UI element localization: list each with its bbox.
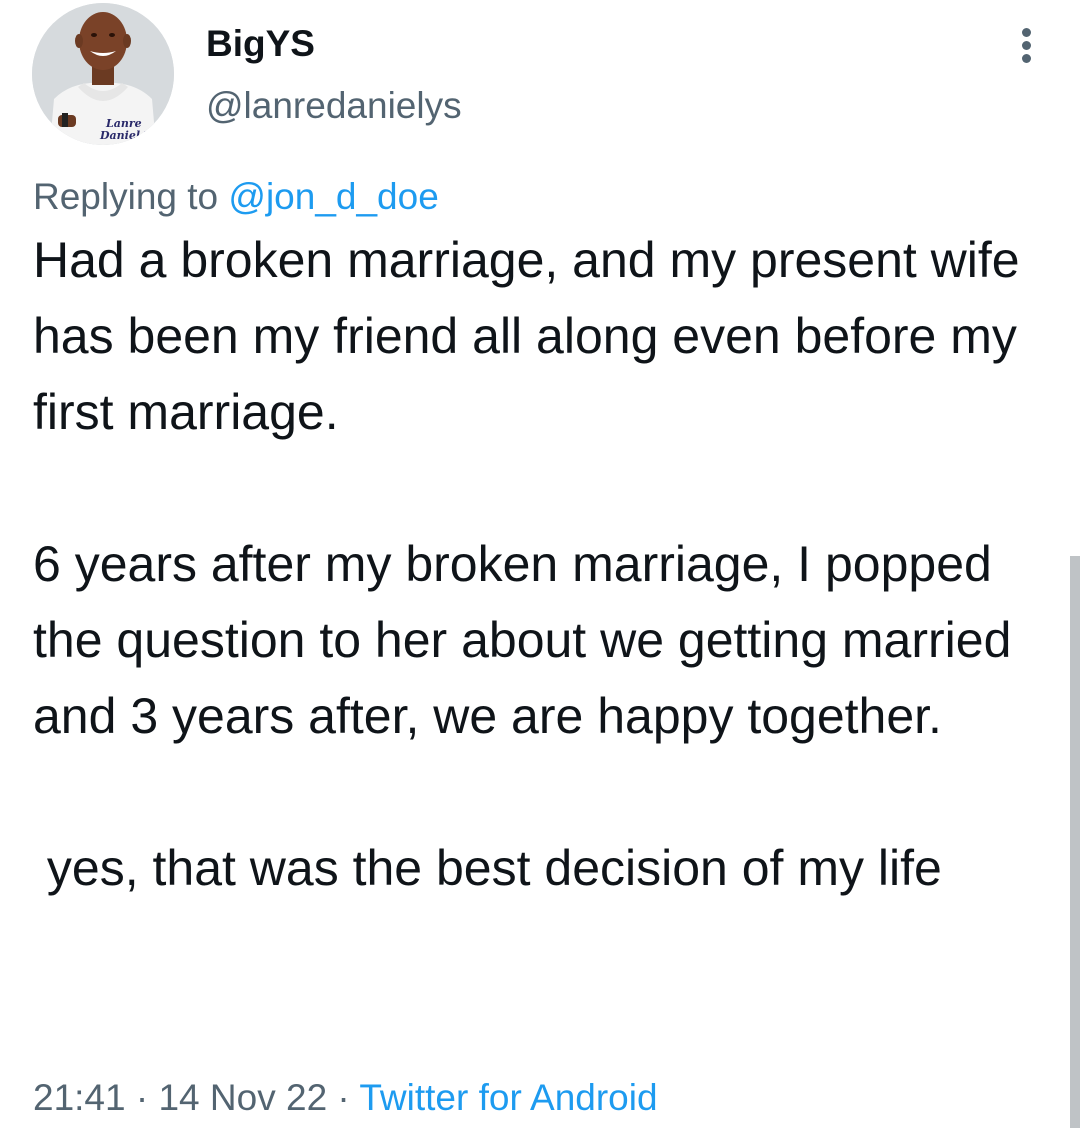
meta-separator: · [125, 1077, 159, 1118]
tweet-metadata: 21:41 · 14 Nov 22 · Twitter for Android [33, 1075, 658, 1121]
tweet-paragraph: 6 years after my broken marriage, I popp… [33, 536, 1026, 744]
tweet-card: Lanre Daniel YS BigYS @lanredanielys Rep… [0, 0, 1080, 1128]
tweet-paragraph: Had a broken marriage, and my present wi… [33, 232, 1034, 440]
avatar-image: Lanre Daniel YS [32, 3, 174, 145]
replying-to-line: Replying to @jon_d_doe [33, 174, 439, 220]
more-vertical-icon-dot [1022, 41, 1031, 50]
avatar[interactable]: Lanre Daniel YS [32, 3, 174, 145]
author-display-name[interactable]: BigYS [206, 22, 315, 66]
avatar-logo-text-2: Daniel YS [99, 129, 160, 142]
more-options-button[interactable] [1010, 24, 1042, 66]
scrollbar[interactable] [1070, 556, 1080, 1128]
replying-to-label: Replying to [33, 176, 229, 217]
meta-separator: · [327, 1077, 360, 1118]
reply-mention-link[interactable]: @jon_d_doe [228, 176, 438, 217]
more-vertical-icon-dot [1022, 54, 1031, 63]
author-handle[interactable]: @lanredanielys [206, 84, 462, 128]
tweet-time[interactable]: 21:41 [33, 1077, 126, 1118]
more-vertical-icon [1022, 28, 1031, 37]
tweet-text: Had a broken marriage, and my present wi… [33, 222, 1043, 906]
tweet-date[interactable]: 14 Nov 22 [158, 1077, 327, 1118]
tweet-source-link[interactable]: Twitter for Android [359, 1077, 657, 1118]
tweet-paragraph: yes, that was the best decision of my li… [33, 840, 942, 896]
